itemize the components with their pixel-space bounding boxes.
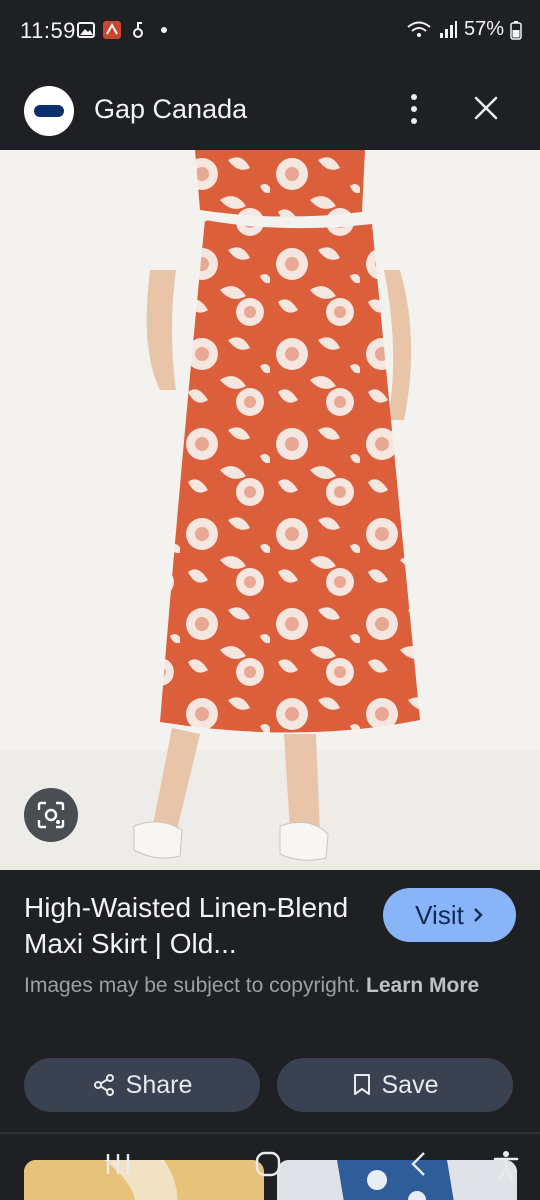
- lens-icon: [37, 801, 65, 829]
- bookmark-icon: [353, 1074, 370, 1095]
- copyright-notice: Images may be subject to copyright. Lear…: [24, 970, 494, 1002]
- system-status: 57%: [406, 18, 522, 41]
- more-options-icon[interactable]: [400, 92, 428, 126]
- recent-apps-icon[interactable]: [102, 1148, 134, 1180]
- share-label: Share: [125, 1070, 193, 1099]
- share-button[interactable]: Share: [24, 1058, 260, 1112]
- product-title[interactable]: High-Waisted Linen-Blend Maxi Skirt | Ol…: [24, 890, 364, 962]
- close-icon[interactable]: [470, 92, 502, 124]
- lens-search-button[interactable]: [24, 788, 78, 842]
- old-navy-logo-icon: [34, 105, 64, 117]
- app-notification-icon: [103, 21, 121, 39]
- product-image[interactable]: [0, 150, 540, 870]
- notification-icon: [133, 22, 143, 38]
- battery-level: 57%: [463, 18, 504, 40]
- chevron-right-icon: [473, 908, 483, 922]
- system-navigation-bar: [0, 1148, 540, 1188]
- back-icon[interactable]: [404, 1148, 436, 1180]
- copyright-text: Images may be subject to copyright.: [24, 974, 361, 997]
- status-time: 11:59: [20, 18, 76, 43]
- visit-button[interactable]: Visit: [383, 888, 516, 942]
- dot-icon: [161, 27, 167, 33]
- brand-logo[interactable]: [24, 86, 74, 136]
- share-icon: [93, 1074, 114, 1096]
- home-icon[interactable]: [252, 1148, 284, 1180]
- site-name[interactable]: Gap Canada: [94, 94, 247, 125]
- notification-icons: [76, 20, 174, 40]
- status-bar: 11:59 57%: [0, 0, 540, 62]
- battery-icon: [510, 20, 522, 40]
- save-button[interactable]: Save: [277, 1058, 513, 1112]
- accessibility-icon[interactable]: [490, 1148, 522, 1180]
- skirt-photo: [0, 150, 540, 870]
- visit-label: Visit: [415, 899, 464, 930]
- signal-icon: [439, 20, 457, 38]
- wifi-icon: [407, 21, 431, 37]
- source-header: Gap Canada: [0, 62, 540, 150]
- learn-more-link[interactable]: Learn More: [366, 974, 479, 997]
- bottom-area: [0, 1134, 540, 1200]
- product-info-panel: High-Waisted Linen-Blend Maxi Skirt | Ol…: [0, 870, 540, 1132]
- gallery-icon: [77, 22, 95, 38]
- save-label: Save: [381, 1070, 439, 1099]
